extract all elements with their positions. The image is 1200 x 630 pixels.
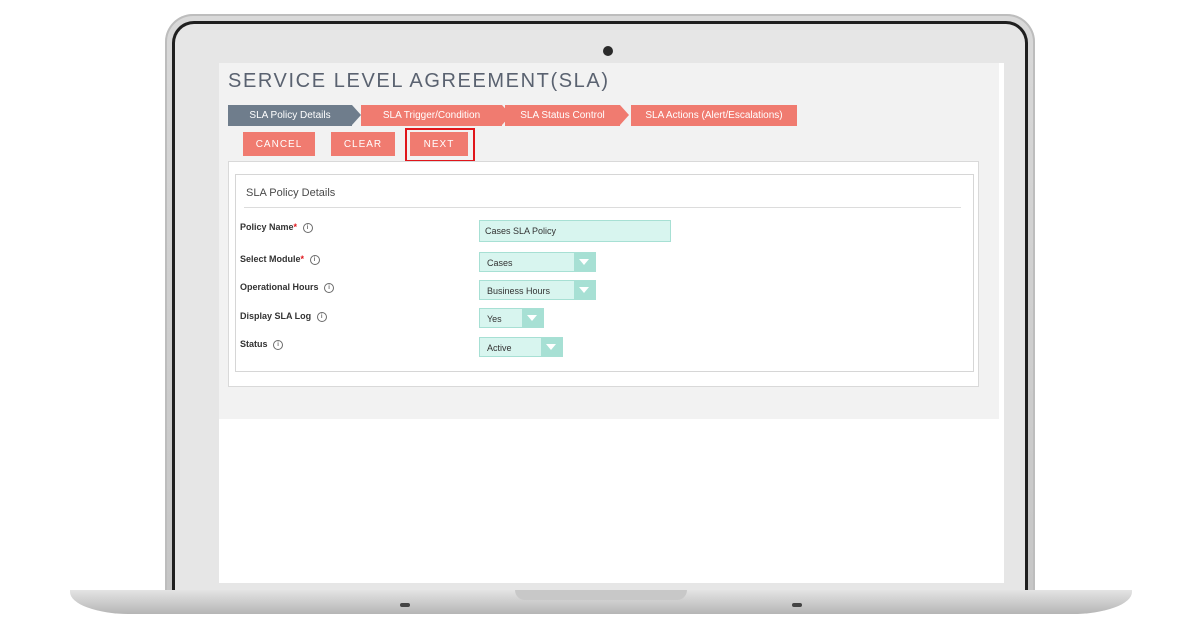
status-value: Active: [487, 343, 512, 353]
step-arrow: [352, 105, 361, 125]
laptop-foot: [400, 603, 410, 607]
policy-name-label-text: Policy Name: [240, 222, 294, 232]
step-label: SLA Actions (Alert/Escalations): [645, 110, 783, 121]
section-title: SLA Policy Details: [246, 187, 336, 199]
status-label: Status i: [240, 339, 284, 350]
required-mark: *: [300, 254, 305, 264]
info-icon[interactable]: i: [316, 311, 327, 322]
info-icon[interactable]: i: [302, 222, 313, 233]
info-icon[interactable]: i: [324, 282, 335, 293]
step-sla-policy-details[interactable]: SLA Policy Details: [228, 105, 361, 126]
laptop-base: [70, 590, 1132, 614]
laptop-bezel-inner: SERVICE LEVEL AGREEMENT(SLA) SLA Policy …: [175, 24, 1025, 594]
display-sla-log-value: Yes: [487, 314, 502, 324]
status-dropdown[interactable]: Active: [479, 337, 563, 357]
wizard-steps: SLA Policy Details SLA Trigger/Condition…: [228, 105, 797, 126]
laptop-bezel: SERVICE LEVEL AGREEMENT(SLA) SLA Policy …: [172, 21, 1028, 594]
form-panel: SLA Policy Details Policy Name* i Select…: [228, 161, 979, 387]
operational-hours-value: Business Hours: [487, 286, 551, 296]
next-button[interactable]: NEXT: [410, 132, 468, 156]
step-sla-trigger-condition[interactable]: SLA Trigger/Condition: [361, 105, 511, 126]
clear-button[interactable]: CLEAR: [331, 132, 395, 156]
chevron-down-icon[interactable]: [522, 309, 543, 327]
display-sla-log-dropdown[interactable]: Yes: [479, 308, 544, 328]
page-title: SERVICE LEVEL AGREEMENT(SLA): [228, 70, 610, 92]
camera-icon: [603, 46, 613, 56]
cancel-button[interactable]: CANCEL: [243, 132, 315, 156]
operational-hours-label-text: Operational Hours: [240, 282, 319, 292]
section-divider: [244, 207, 961, 208]
chevron-down-icon[interactable]: [541, 338, 562, 356]
info-icon[interactable]: i: [273, 339, 284, 350]
chevron-down-icon[interactable]: [574, 281, 595, 299]
chevron-down-icon[interactable]: [574, 253, 595, 271]
policy-name-input[interactable]: [479, 220, 671, 242]
step-sla-actions[interactable]: SLA Actions (Alert/Escalations): [631, 105, 797, 126]
step-label: SLA Trigger/Condition: [382, 110, 481, 121]
select-module-value: Cases: [487, 258, 513, 268]
status-label-text: Status: [240, 339, 268, 349]
select-module-dropdown[interactable]: Cases: [479, 252, 596, 272]
required-mark: *: [293, 222, 298, 232]
laptop-base-notch: [515, 590, 687, 600]
select-module-label-text: Select Module: [240, 254, 301, 264]
laptop-screen: SERVICE LEVEL AGREEMENT(SLA) SLA Policy …: [219, 63, 1004, 583]
select-module-label: Select Module* i: [240, 254, 320, 265]
step-sla-status-control[interactable]: SLA Status Control: [505, 105, 629, 126]
sla-app: SERVICE LEVEL AGREEMENT(SLA) SLA Policy …: [219, 63, 999, 419]
step-label: SLA Status Control: [520, 110, 605, 121]
display-sla-log-label-text: Display SLA Log: [240, 311, 312, 321]
display-sla-log-label: Display SLA Log i: [240, 311, 327, 322]
operational-hours-label: Operational Hours i: [240, 282, 335, 293]
policy-name-label: Policy Name* i: [240, 222, 313, 233]
policy-details-section: SLA Policy Details Policy Name* i Select…: [235, 174, 974, 372]
step-arrow: [620, 105, 629, 125]
laptop-foot: [792, 603, 802, 607]
laptop-lid: SERVICE LEVEL AGREEMENT(SLA) SLA Policy …: [165, 14, 1035, 594]
step-label: SLA Policy Details: [249, 110, 331, 121]
info-icon[interactable]: i: [309, 254, 320, 265]
operational-hours-dropdown[interactable]: Business Hours: [479, 280, 596, 300]
